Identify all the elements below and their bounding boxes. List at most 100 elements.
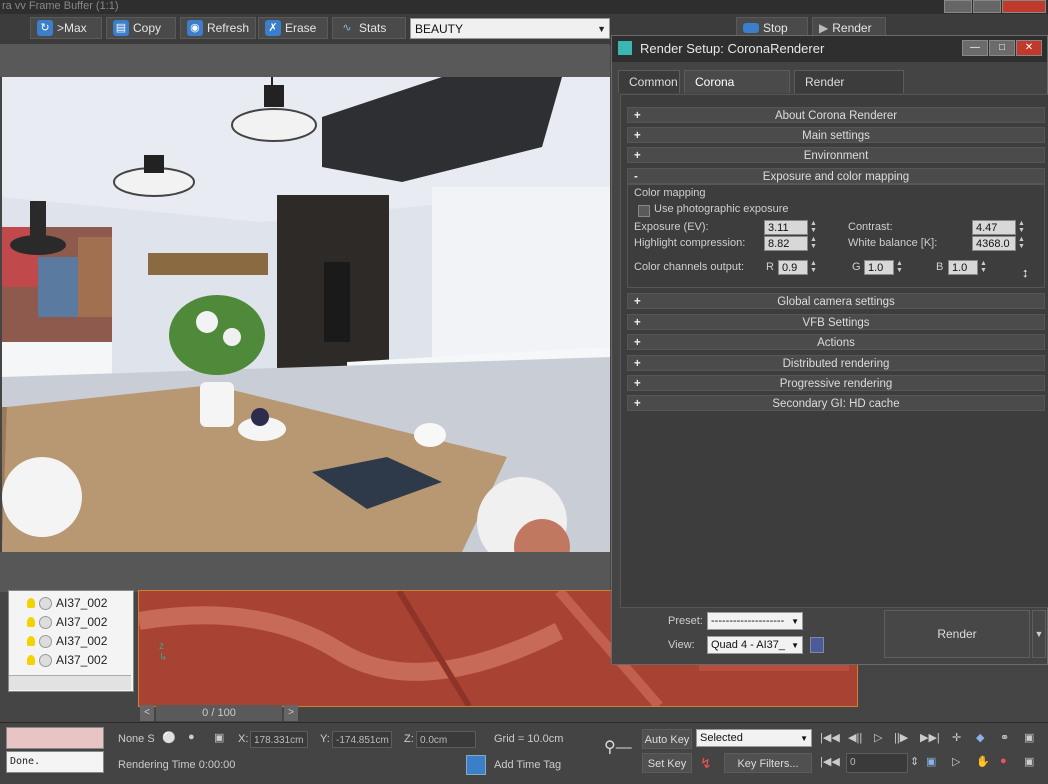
key-icon[interactable]: ⚲— [604,737,632,757]
time-tag-icon[interactable] [466,755,486,775]
erase-button[interactable]: ✗ Erase [258,17,328,39]
rollout-environment[interactable]: + Environment [627,147,1045,163]
grid-label: Grid = 10.0cm [494,733,564,745]
spinner-arrows-icon[interactable]: ▲ ▼ [896,260,904,275]
horizontal-scrollbar[interactable] [9,675,131,690]
rollout-secondary-gi[interactable]: + Secondary GI: HD cache [627,395,1045,411]
dialog-titlebar[interactable]: Render Setup: CoronaRenderer — □ ✕ [612,36,1047,62]
play-icon[interactable]: ▷ [874,731,882,744]
maximize-viewport-icon[interactable]: ▣ [1024,731,1034,744]
use-photo-exposure-checkbox[interactable] [638,205,650,217]
rendered-scene-svg [2,77,610,552]
visibility-icon[interactable] [39,634,52,648]
auto-key-button[interactable]: Auto Key [642,729,692,749]
tab-corona-settings[interactable]: Corona Settings [684,70,790,112]
white-balance-spinner[interactable]: 4368.0 [972,236,1016,251]
selected-set-dropdown[interactable]: Selected ▼ [696,729,812,747]
visibility-icon[interactable] [39,653,52,667]
scene-item[interactable]: AI37_002 [27,594,107,612]
channel-select[interactable]: BEAUTY ▼ [410,18,610,39]
g-channel-label: G [852,261,861,273]
visibility-icon[interactable] [39,615,52,629]
light-bulb-icon[interactable] [27,617,35,627]
rollout-vfb-settings[interactable]: + VFB Settings [627,314,1045,330]
rollout-toggle: + [634,317,641,329]
light-bulb-icon[interactable] [27,655,35,665]
go-to-start-icon[interactable]: |◀◀ [820,731,840,744]
previous-frame-icon[interactable]: ◀|| [848,731,862,744]
spinner-arrows-icon[interactable]: ▲ ▼ [810,220,818,235]
next-frame-icon[interactable]: ||▶ [894,731,908,744]
lock-view-icon[interactable] [810,637,824,653]
maximize-button[interactable] [973,0,1001,13]
key-filters-button[interactable]: Key Filters... [724,753,812,773]
scene-item[interactable]: AI37_002 [27,613,107,631]
key-mode-icon[interactable]: ↯ [700,755,712,772]
pan-icon[interactable]: ✛ [952,731,961,744]
tab-common[interactable]: Common [618,70,680,93]
rollout-distributed-rendering[interactable]: + Distributed rendering [627,355,1045,371]
dialog-close-button[interactable]: ✕ [1016,40,1042,56]
arc-rotate-icon[interactable]: ⚭ [1000,731,1009,744]
time-configuration-icon[interactable]: ▣ [926,755,936,768]
orbit-icon[interactable]: ◆ [976,731,984,744]
spinner-arrows-icon[interactable]: ▲ ▼ [1018,220,1026,235]
timeline-slider[interactable]: 0 / 100 [156,705,282,721]
x-coordinate-field[interactable]: 178.331cm [250,731,308,748]
r-channel-spinner[interactable]: 0.9 [778,260,808,275]
y-coordinate-field[interactable]: -174.851cm [332,731,392,748]
key-mode-toggle-icon[interactable]: |◀◀ [820,755,840,768]
visibility-icon[interactable] [39,596,52,610]
preset-dropdown[interactable]: -------------------- ▼ [707,612,803,630]
light-bulb-icon[interactable] [27,636,35,646]
contrast-spinner[interactable]: 4.47 [972,220,1016,235]
z-coordinate-field[interactable]: 0.0cm [416,731,476,748]
tab-render-elements[interactable]: Render Elements [794,70,904,112]
highlight-compression-spinner[interactable]: 8.82 [764,236,808,251]
spinner-arrows-icon[interactable]: ▲ ▼ [980,260,988,275]
maximize-toggle-icon[interactable]: ▣ [1024,755,1034,768]
light-bulb-icon[interactable] [27,598,35,608]
close-button[interactable] [1002,0,1046,13]
dialog-maximize-button[interactable]: □ [989,40,1015,56]
walk-through-icon[interactable]: ● [1000,755,1007,767]
go-to-end-icon[interactable]: ▶▶| [920,731,940,744]
exposure-spinner[interactable]: 3.11 [764,220,808,235]
timeline-prev[interactable]: < [140,705,154,721]
minimize-button[interactable] [944,0,972,13]
absolute-mode-icon[interactable]: ▣ [214,731,224,744]
time-config-icon[interactable]: ⇕ [910,755,919,768]
spinner-arrows-icon[interactable]: ▲ ▼ [810,260,818,275]
spinner-arrows-icon[interactable]: ▲ ▼ [1018,236,1026,251]
max-button[interactable]: ↻ >Max [30,17,102,39]
stats-button[interactable]: ∿ Stats [332,17,406,39]
rollout-actions[interactable]: + Actions [627,334,1045,350]
current-frame-field[interactable]: 0 [846,753,908,773]
scene-item[interactable]: AI37_002 [27,651,107,669]
timeline-next[interactable]: > [284,705,298,721]
b-channel-spinner[interactable]: 1.0 [948,260,978,275]
field-of-view-icon[interactable]: ▷ [952,755,960,768]
copy-button[interactable]: ▤ Copy [106,17,176,39]
rollout-about[interactable]: + About Corona Renderer [627,107,1045,123]
refresh-icon: ◉ [187,20,203,36]
refresh-button[interactable]: ◉ Refresh [180,17,256,39]
selection-lock-icon[interactable]: ● [188,731,195,743]
scene-item[interactable]: AI37_002 [27,632,107,650]
rollout-global-camera[interactable]: + Global camera settings [627,293,1045,309]
view-value: Quad 4 - AI37_ [711,639,785,651]
lock-icon[interactable]: ⚪ [162,731,176,744]
spinner-arrows-icon[interactable]: ▲ ▼ [810,236,818,251]
add-time-tag[interactable]: Add Time Tag [494,759,561,771]
render-button[interactable]: Render [884,610,1030,658]
rollout-exposure[interactable]: - Exposure and color mapping [627,168,1045,184]
dialog-minimize-button[interactable]: — [962,40,988,56]
rollout-main-settings[interactable]: + Main settings [627,127,1045,143]
maxscript-listener-pink[interactable] [6,727,104,749]
g-channel-spinner[interactable]: 1.0 [864,260,894,275]
rollout-progressive-rendering[interactable]: + Progressive rendering [627,375,1045,391]
hand-pan-icon[interactable]: ✋ [976,755,990,768]
set-key-button[interactable]: Set Key [642,753,692,773]
render-options-button[interactable]: ▼ [1032,610,1046,658]
view-dropdown[interactable]: Quad 4 - AI37_ ▼ [707,636,803,654]
